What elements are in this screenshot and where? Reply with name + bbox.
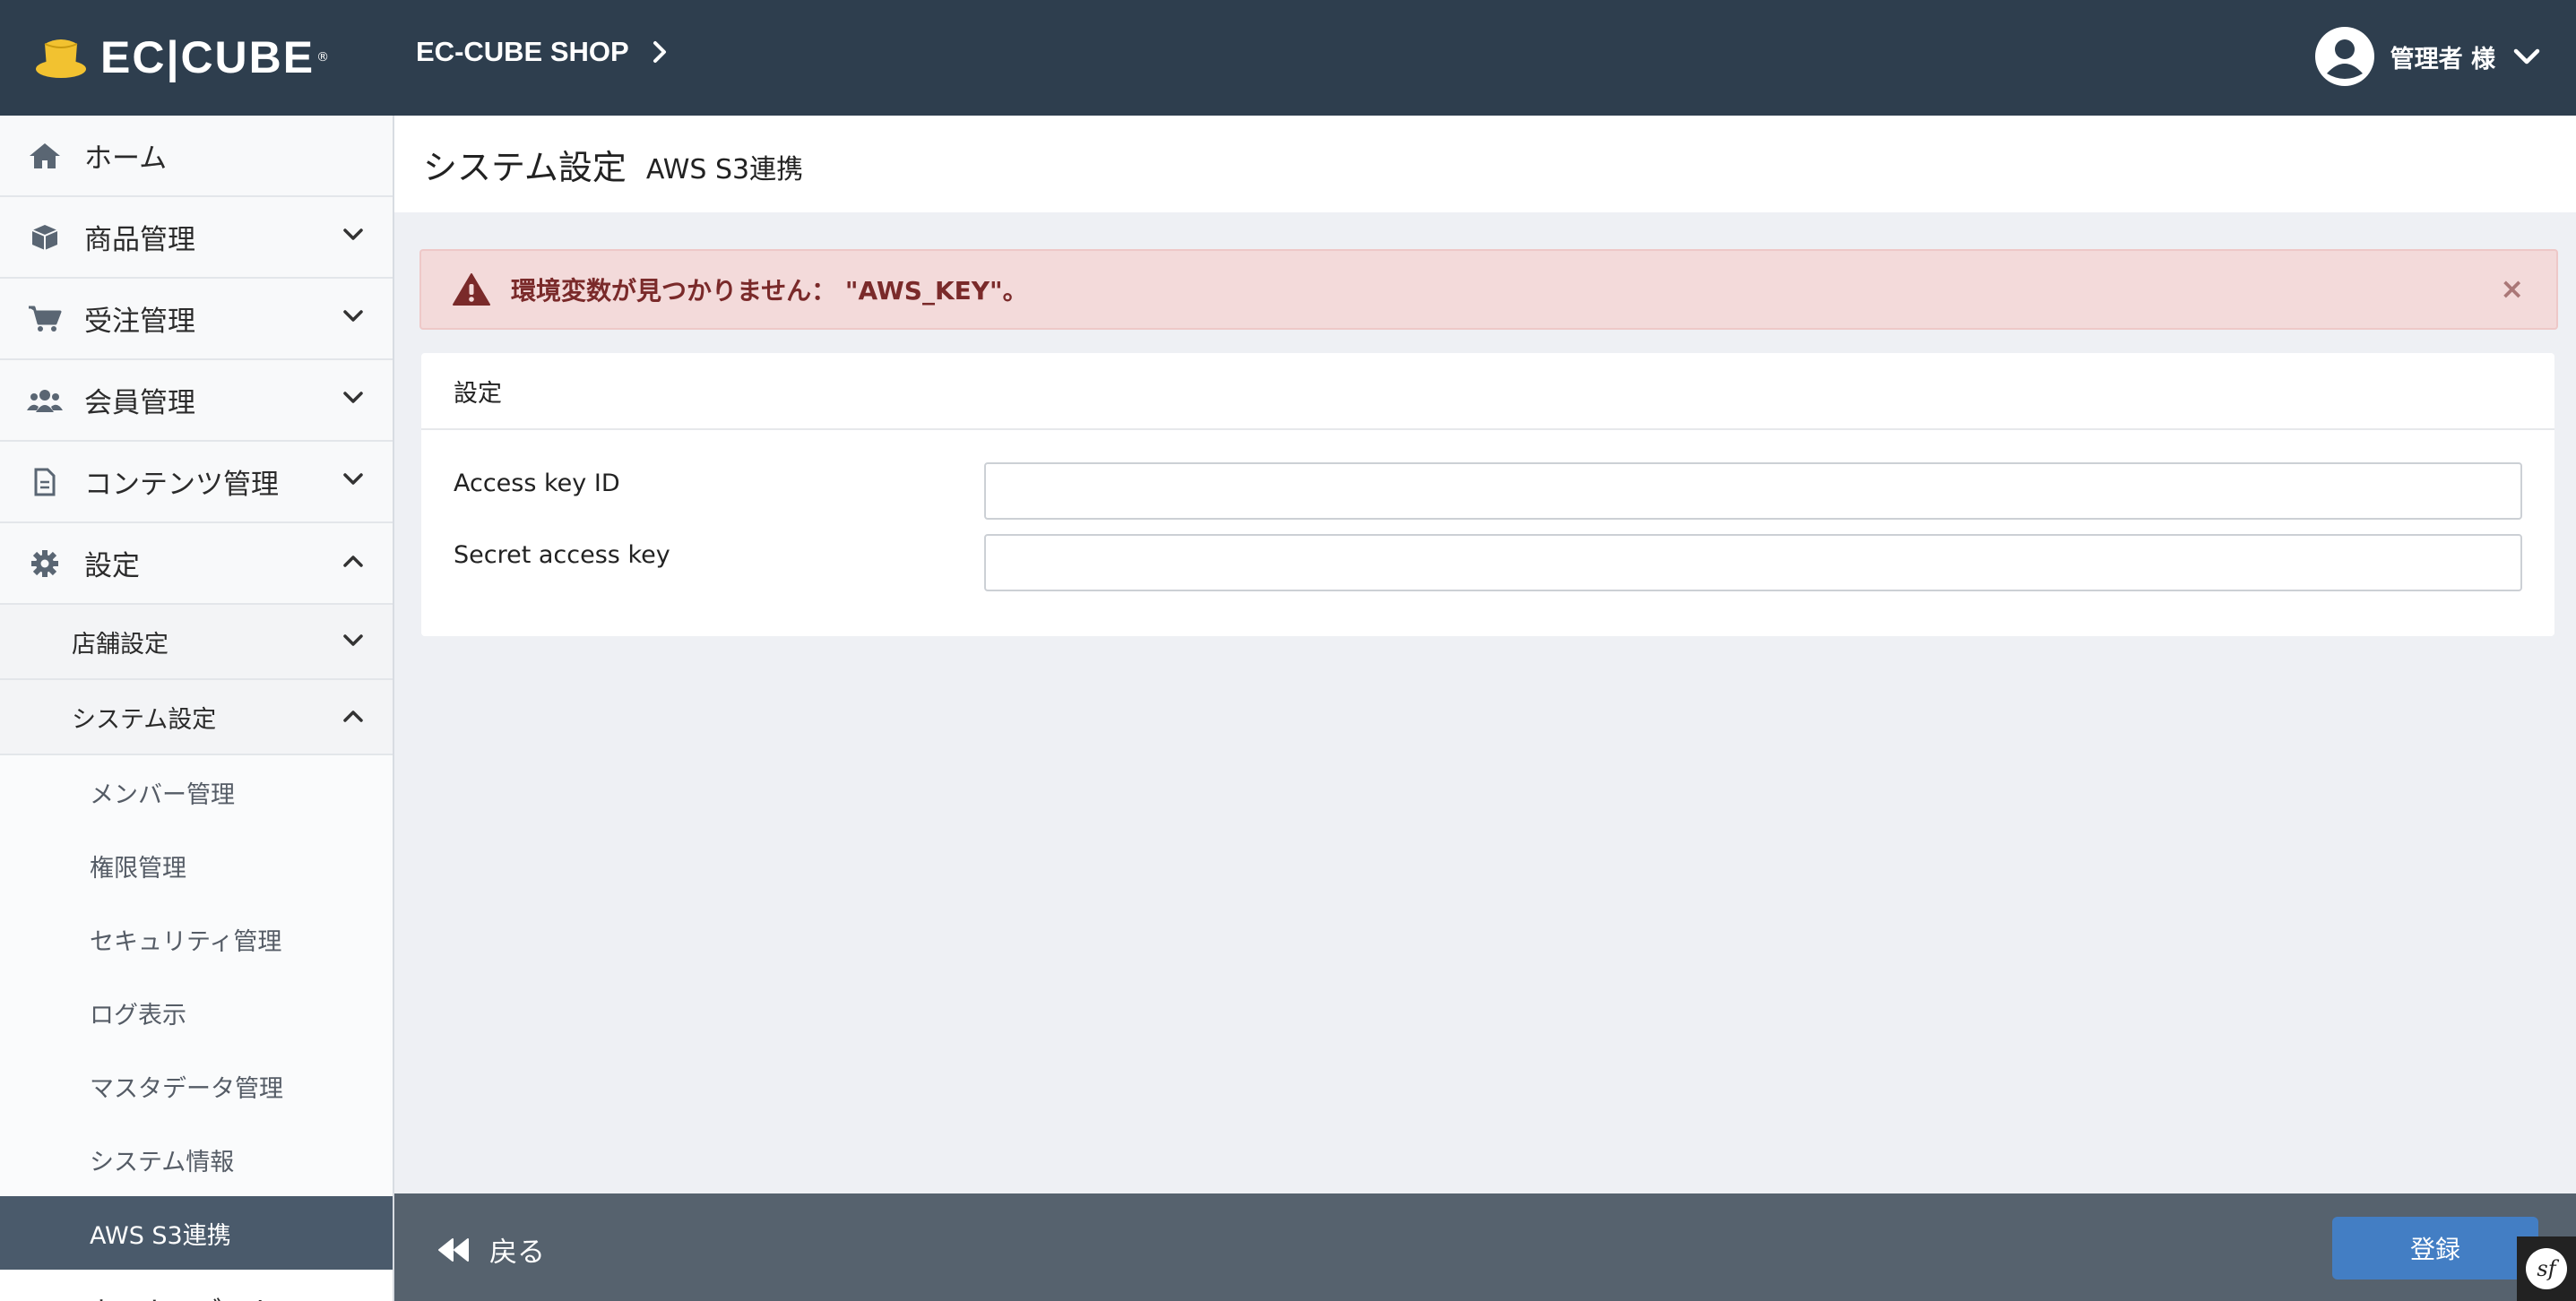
chevron-right-icon (653, 41, 666, 63)
chevron-down-icon (343, 634, 363, 646)
sidebar-leaf-masterdata[interactable]: マスタデータ管理 (0, 1049, 393, 1123)
top-header: EC|CUBE ® EC-CUBE SHOP 管理者 様 (0, 0, 2576, 116)
sidebar-item-products[interactable]: 商品管理 (0, 197, 393, 279)
logo-registered-mark: ® (316, 50, 330, 65)
sidebar-item-label: 商品管理 (84, 224, 195, 256)
back-link[interactable]: 戻る (437, 1229, 545, 1270)
sidebar-item-label: ホーム (84, 142, 168, 175)
action-footer: 戻る 登録 (394, 1193, 2576, 1301)
sidebar-item-customers[interactable]: 会員管理 (0, 360, 393, 442)
user-name: 管理者 様 (2390, 45, 2495, 73)
sidebar-item-home[interactable]: ホーム (0, 116, 393, 197)
sidebar-subitem-shop-settings[interactable]: 店舗設定 (0, 605, 393, 680)
sidebar-item-label: 受注管理 (84, 306, 195, 338)
home-icon (27, 142, 63, 170)
alert-message: 環境変数が見つかりません： "AWS_KEY"。 (511, 276, 1028, 306)
document-icon (27, 468, 63, 496)
store-icon (27, 1296, 63, 1301)
backward-icon (438, 1237, 469, 1262)
logo-text: EC|CUBE (100, 32, 316, 82)
sidebar-item-label: 会員管理 (84, 387, 195, 419)
sidebar-item-owners-store[interactable]: オーナーズストア (0, 1270, 393, 1301)
warning-icon (453, 273, 490, 306)
back-label: 戻る (489, 1236, 545, 1269)
cart-icon (27, 305, 63, 333)
sidebar-item-label: オーナーズストア (84, 1289, 305, 1301)
close-icon[interactable]: × (2500, 274, 2524, 303)
chevron-up-icon (343, 556, 363, 567)
error-alert: 環境変数が見つかりません： "AWS_KEY"。 × (419, 249, 2558, 330)
sidebar-subitem-system-settings[interactable]: システム設定 (0, 680, 393, 755)
chevron-down-icon (343, 392, 363, 403)
chevron-down-icon (343, 473, 363, 485)
shop-link[interactable]: EC-CUBE SHOP (416, 36, 667, 68)
secret-key-label: Secret access key (454, 541, 670, 569)
cube-hat-icon (36, 39, 86, 78)
sidebar-item-contents[interactable]: コンテンツ管理 (0, 442, 393, 523)
chevron-down-icon (343, 228, 363, 240)
chevron-down-icon (2513, 48, 2540, 65)
sidebar-leaf-aws-s3[interactable]: AWS S3連携 (0, 1196, 393, 1270)
chevron-down-icon (343, 310, 363, 322)
ec-cube-logo[interactable]: EC|CUBE ® (34, 29, 329, 86)
settings-card: 設定 Access key ID Secret access key (421, 353, 2554, 636)
secret-key-input[interactable] (984, 534, 2522, 591)
access-key-label: Access key ID (454, 470, 620, 497)
sidebar-subitem-label: システム設定 (72, 705, 217, 734)
sidebar-leaf-members[interactable]: メンバー管理 (0, 755, 393, 829)
sidebar: ホーム 商品管理 受注管理 会員管理 コンテンツ管理 設定 店舗設定 システム設… (0, 116, 394, 1301)
sidebar-leaf-security[interactable]: セキュリティ管理 (0, 902, 393, 976)
sidebar-leaf-log[interactable]: ログ表示 (0, 976, 393, 1049)
sidebar-subitem-label: 店舗設定 (72, 630, 169, 659)
sidebar-item-settings[interactable]: 設定 (0, 523, 393, 605)
symfony-toolbar-toggle[interactable]: sf (2517, 1236, 2576, 1301)
chevron-up-icon (343, 711, 363, 722)
gear-icon (27, 549, 63, 578)
user-menu[interactable]: 管理者 様 (2314, 27, 2540, 86)
symfony-icon: sf (2526, 1248, 2567, 1289)
sidebar-item-label: コンテンツ管理 (84, 469, 279, 501)
sidebar-leaf-system-info[interactable]: システム情報 (0, 1123, 393, 1196)
shop-name: EC-CUBE SHOP (416, 36, 629, 67)
users-icon (27, 387, 63, 414)
sidebar-item-orders[interactable]: 受注管理 (0, 279, 393, 360)
save-button[interactable]: 登録 (2332, 1217, 2538, 1279)
sidebar-item-label: 設定 (84, 550, 140, 582)
page-title: システム設定 (423, 147, 627, 187)
card-title: 設定 (421, 353, 2554, 430)
page-title-bar: システム設定 AWS S3連携 (394, 116, 2576, 212)
page-subtitle: AWS S3連携 (645, 154, 804, 185)
user-avatar-icon (2314, 27, 2374, 86)
sidebar-leaf-authority[interactable]: 権限管理 (0, 829, 393, 902)
access-key-input[interactable] (984, 462, 2522, 520)
box-icon (27, 223, 63, 252)
